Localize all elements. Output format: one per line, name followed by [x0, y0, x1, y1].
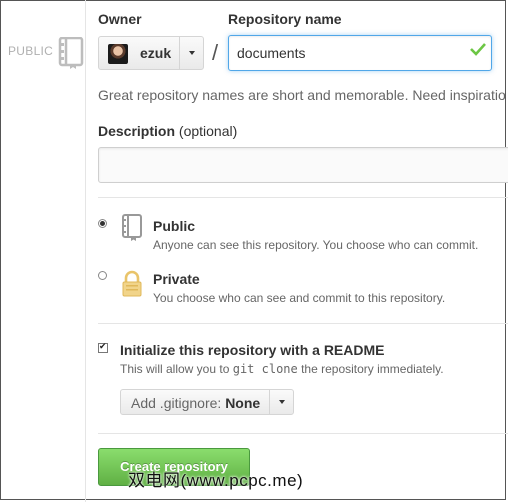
readme-note-after: the repository immediately. — [301, 362, 444, 376]
repository-name-input[interactable]: documents — [228, 35, 492, 71]
readme-checkbox[interactable] — [98, 341, 108, 353]
readme-title: Initialize this repository with a README — [120, 342, 385, 358]
public-radio[interactable] — [98, 219, 107, 228]
divider — [98, 197, 508, 198]
readme-note: This will allow you to git clone the rep… — [120, 362, 444, 376]
gitignore-select-divider — [269, 390, 270, 414]
readme-note-before: This will allow you to — [120, 362, 230, 376]
repo-book-icon — [58, 36, 84, 74]
book-icon — [121, 214, 143, 247]
owner-repo-separator: / — [212, 40, 219, 65]
private-option-title: Private — [153, 271, 200, 287]
private-radio[interactable] — [98, 271, 107, 280]
gitignore-label-group: Add .gitignore: None — [131, 395, 260, 411]
description-label-text: Description — [98, 123, 176, 139]
left-gutter-divider — [85, 0, 86, 502]
chevron-down-icon — [279, 400, 285, 404]
repository-name-label: Repository name — [228, 11, 342, 27]
private-option-note: You choose who can see and commit to thi… — [153, 291, 446, 305]
readme-note-code: git clone — [232, 362, 298, 376]
gitignore-select[interactable]: Add .gitignore: None — [120, 389, 294, 415]
visibility-badge: PUBLIC — [8, 44, 54, 58]
watermark: 双电网(www.pcpc.me) — [128, 471, 304, 490]
divider — [98, 323, 508, 324]
gitignore-value: None — [225, 395, 261, 411]
owner-select-divider — [179, 37, 180, 69]
check-icon — [470, 42, 486, 61]
lock-icon — [121, 270, 143, 303]
public-option-note: Anyone can see this repository. You choo… — [153, 238, 479, 252]
gitignore-label: Add .gitignore: — [131, 395, 222, 411]
optional-hint: (optional) — [178, 123, 238, 139]
owner-select[interactable]: ezuk — [98, 36, 204, 70]
description-label: Description (optional) — [98, 123, 237, 139]
divider — [98, 433, 508, 434]
public-option-title: Public — [153, 218, 196, 234]
owner-label: Owner — [98, 11, 142, 27]
avatar — [108, 44, 128, 64]
owner-name: ezuk — [140, 45, 172, 61]
description-input[interactable] — [98, 147, 508, 183]
chevron-down-icon — [189, 51, 195, 55]
repository-name-help: Great repository names are short and mem… — [98, 87, 506, 103]
